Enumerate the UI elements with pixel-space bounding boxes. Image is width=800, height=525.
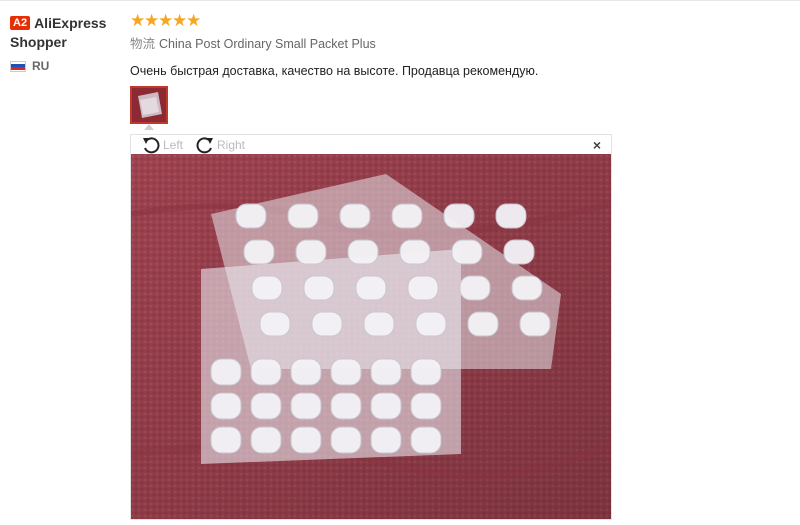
- nail-tab-shape: [363, 311, 395, 337]
- nail-tab-shape: [235, 203, 267, 229]
- reviewer-name-block: A2 AliExpress Shopper: [10, 14, 125, 51]
- nail-tab-shape: [250, 358, 282, 386]
- review-body: ★★★★★ 物流 China Post Ordinary Small Packet…: [130, 12, 790, 80]
- nail-tab-shape: [290, 358, 322, 386]
- logistics-label: 物流: [130, 37, 156, 51]
- logistics-value: China Post Ordinary Small Packet Plus: [159, 37, 376, 51]
- nail-tab-shape: [303, 275, 335, 301]
- thumbnail-image: [132, 88, 166, 122]
- star-rating: ★★★★★: [130, 12, 790, 32]
- nail-tab-shape: [511, 275, 543, 301]
- nail-tab-shape: [495, 203, 527, 229]
- nail-tab-shape: [503, 239, 535, 265]
- nail-tab-shape: [399, 239, 431, 265]
- top-divider: [0, 0, 800, 1]
- nail-tab-shape: [519, 311, 551, 337]
- reviewer-country: RU: [10, 59, 125, 73]
- rotate-left-label: Left: [163, 138, 184, 152]
- nail-tab-shape: [443, 203, 475, 229]
- nail-tab-shape: [451, 239, 483, 265]
- reviewer-name-line1: AliExpress: [34, 15, 107, 31]
- review-photo-image: [131, 154, 611, 519]
- review-photo: [131, 154, 611, 519]
- nail-tab-shape: [355, 275, 387, 301]
- nail-tab-shape: [295, 239, 327, 265]
- star-icon: ★: [172, 11, 188, 30]
- rotate-right-label: Right: [217, 138, 246, 152]
- nail-tab-shape: [311, 311, 343, 337]
- rotate-right-icon: [196, 137, 213, 154]
- nail-tab-shape: [339, 203, 371, 229]
- nail-tab-shape: [370, 392, 402, 420]
- thumbnail-pointer: [144, 124, 154, 130]
- nail-tab-shape: [290, 426, 322, 454]
- nail-tab-shape: [330, 426, 362, 454]
- rotate-left-icon: [143, 137, 160, 154]
- nail-tab-shape: [407, 275, 439, 301]
- nail-tab-shape: [467, 311, 499, 337]
- rotate-left-button[interactable]: Left: [141, 136, 183, 154]
- buyer-level-badge: A2: [10, 16, 31, 30]
- viewer-toolbar: Left Right ×: [131, 135, 611, 155]
- nail-tab-shape: [330, 392, 362, 420]
- nail-tab-shape: [243, 239, 275, 265]
- nail-tab-shape: [391, 203, 423, 229]
- nail-tab-shape: [287, 203, 319, 229]
- nail-tab-shape: [250, 392, 282, 420]
- russia-flag-icon: [10, 60, 26, 72]
- nail-tab-shape: [290, 392, 322, 420]
- nail-tab-shape: [210, 358, 242, 386]
- review-text: Очень быстрая доставка, качество на высо…: [130, 64, 539, 78]
- nail-tab-shape: [259, 311, 291, 337]
- country-code: RU: [32, 59, 50, 73]
- nail-tab-shape: [251, 275, 283, 301]
- nail-tab-shape: [210, 392, 242, 420]
- logistics-info: 物流 China Post Ordinary Small Packet Plus: [130, 36, 790, 53]
- nail-tab-shape: [410, 358, 442, 386]
- nail-tab-shape: [410, 392, 442, 420]
- star-icon: ★: [158, 11, 174, 30]
- nail-tab-shape: [459, 275, 491, 301]
- image-viewer: Left Right ×: [130, 134, 612, 520]
- reviewer-info: A2 AliExpress Shopper RU: [10, 14, 125, 73]
- reviewer-name-line2: Shopper: [10, 34, 67, 50]
- nail-tab-shape: [347, 239, 379, 265]
- star-icon: ★: [130, 11, 146, 30]
- nail-tab-shape: [250, 426, 282, 454]
- nail-tab-shape: [370, 426, 402, 454]
- nail-tab-shape: [210, 426, 242, 454]
- nail-tab-shape: [410, 426, 442, 454]
- nail-tab-shape: [415, 311, 447, 337]
- star-icon: ★: [186, 11, 202, 30]
- close-viewer-button[interactable]: ×: [593, 136, 601, 154]
- star-icon: ★: [144, 11, 160, 30]
- nail-tab-shape: [370, 358, 402, 386]
- review-photo-thumbnail[interactable]: [130, 86, 168, 124]
- nail-tab-shape: [330, 358, 362, 386]
- close-icon: ×: [592, 137, 601, 153]
- rotate-right-button[interactable]: Right: [195, 136, 245, 154]
